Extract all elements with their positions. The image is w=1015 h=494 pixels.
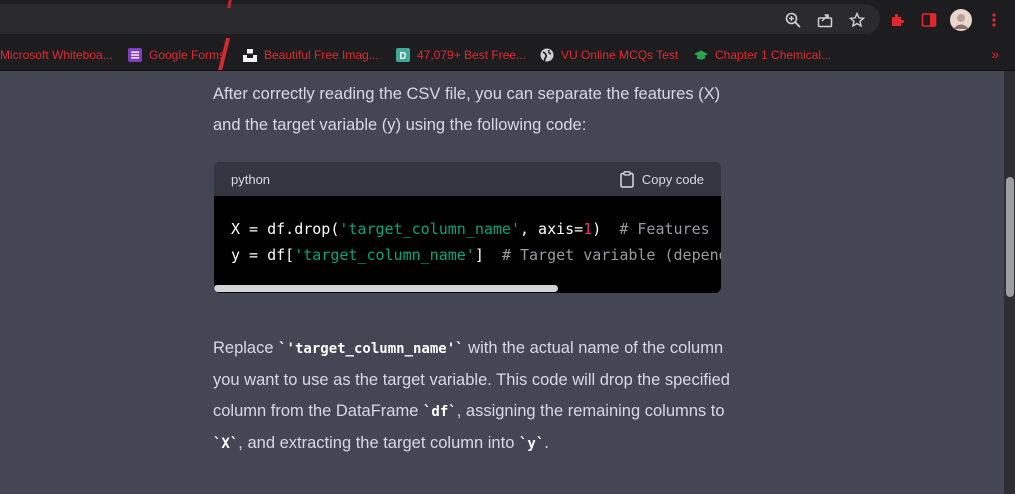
bookmark-label: Chapter 1 Chemical... [715,47,832,62]
intro-paragraph: After correctly reading the CSV file, yo… [213,85,721,134]
zoom-icon[interactable] [784,11,802,29]
code-line-1: X = df.drop('target_column_name', axis=1… [231,220,721,238]
code-horizontal-scrollbar[interactable] [214,283,721,293]
inline-code: `X` [213,436,239,452]
page-scroll-thumb[interactable] [1006,177,1014,297]
bookmarks-bar: Microsoft Whiteboa... Google Forms Beaut… [0,38,1015,71]
bookmark-label: Google Forms [149,47,226,62]
code-block: python Copy code X = df.drop('target_col… [214,162,721,293]
share-icon[interactable] [816,11,834,29]
bookmarks-overflow-icon[interactable]: » [991,46,999,62]
copy-code-label: Copy code [641,171,704,187]
code-language: python [231,171,271,187]
d-icon: D [396,47,410,62]
browser-toolbar [0,0,1015,38]
address-bar[interactable] [0,4,880,34]
explanation-paragraph: Replace `'target_column_name'` with the … [213,339,730,452]
bookmark-label: Beautiful Free Imag... [264,47,379,62]
code-scroll-thumb[interactable] [214,285,558,292]
forms-icon [128,47,142,62]
inline-code: `'target_column_name'` [278,341,464,357]
unsplash-icon [243,48,257,62]
bookmark-chapter-1[interactable]: Chapter 1 Chemical... [694,38,832,70]
bookmark-label: VU Online MCQs Test [561,47,679,62]
code-body[interactable]: X = df.drop('target_column_name', axis=1… [214,196,721,276]
bookmark-label: Microsoft Whiteboa... [0,47,113,62]
bookmark-47079[interactable]: D 47,079+ Best Free... [396,38,527,70]
sidebar-icon[interactable] [920,11,938,29]
bookmark-google-forms[interactable]: Google Forms [128,38,226,70]
cap-icon [694,50,708,59]
bookmark-unsplash[interactable]: Beautiful Free Imag... [243,38,379,70]
menu-icon[interactable] [985,11,1003,29]
inline-code: `y` [518,436,545,452]
avatar[interactable] [950,9,972,31]
chat-content: After correctly reading the CSV file, yo… [0,71,1004,494]
bookmark-vu-online[interactable]: VU Online MCQs Test [540,38,679,70]
globe-icon [540,48,554,61]
clipboard-icon [620,170,634,188]
extension-icon[interactable] [888,11,906,29]
page-scrollbar[interactable] [1004,71,1015,494]
star-icon[interactable] [848,11,866,29]
inline-code: `df` [423,404,457,420]
copy-code-button[interactable]: Copy code [620,170,704,188]
code-line-2: y = df['target_column_name'] # Target va… [231,246,721,264]
bookmark-microsoft-whiteboard[interactable]: Microsoft Whiteboa... [0,38,113,70]
bookmark-label: 47,079+ Best Free... [417,47,527,62]
svg-text:D: D [399,51,406,62]
code-header: python Copy code [214,162,721,196]
